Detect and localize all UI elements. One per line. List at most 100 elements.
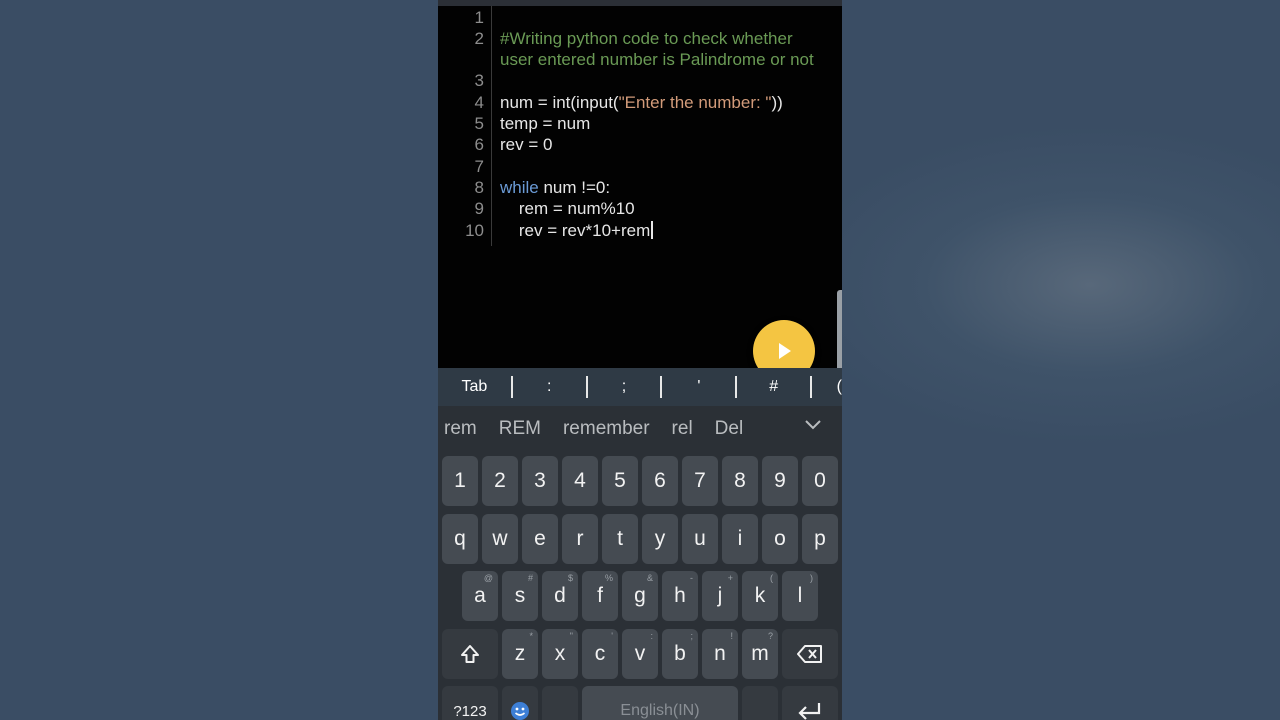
code-token: )) bbox=[771, 93, 783, 112]
key-hint: ? bbox=[767, 631, 773, 641]
key-i[interactable]: i bbox=[722, 514, 758, 564]
code-token: rev = rev*10+rem bbox=[500, 221, 651, 240]
symbol-key-paren[interactable]: ( bbox=[812, 368, 842, 406]
suggestion-item[interactable]: remember bbox=[563, 418, 650, 440]
key-t[interactable]: t bbox=[602, 514, 638, 564]
key-3[interactable]: 3 bbox=[522, 456, 558, 506]
line-number: 9 bbox=[474, 199, 484, 218]
shift-key[interactable] bbox=[442, 629, 498, 679]
symbol-key-tab[interactable]: Tab bbox=[438, 368, 511, 406]
key-hint: - bbox=[690, 573, 693, 583]
key-y[interactable]: y bbox=[642, 514, 678, 564]
key-2[interactable]: 2 bbox=[482, 456, 518, 506]
comma-key[interactable] bbox=[542, 686, 578, 720]
symbols-mode-key[interactable]: ?123 bbox=[442, 686, 498, 720]
key-label: v bbox=[634, 642, 646, 665]
key-5[interactable]: 5 bbox=[602, 456, 638, 506]
suggestion-item[interactable]: rem bbox=[444, 418, 477, 440]
key-label: s bbox=[514, 584, 526, 607]
line-number: 10 bbox=[465, 221, 484, 240]
key-m[interactable]: m? bbox=[742, 629, 778, 679]
suggestion-item[interactable]: rel bbox=[672, 418, 693, 440]
key-d[interactable]: d $ bbox=[542, 571, 578, 621]
code-line-input: num = int(input("Enter the number: ")) bbox=[500, 92, 783, 113]
code-token: num = int(input( bbox=[500, 93, 619, 112]
key-label: b bbox=[674, 642, 686, 665]
suggestion-item[interactable]: REM bbox=[499, 418, 541, 440]
code-line-temp: temp = num bbox=[500, 114, 591, 133]
key-j[interactable]: j + bbox=[702, 571, 738, 621]
key-label: m bbox=[751, 642, 769, 665]
key-b[interactable]: b; bbox=[662, 629, 698, 679]
emoji-icon bbox=[511, 702, 529, 720]
chevron-down-icon[interactable] bbox=[804, 418, 822, 432]
key-6[interactable]: 6 bbox=[642, 456, 678, 506]
key-v[interactable]: v: bbox=[622, 629, 658, 679]
key-o[interactable]: o bbox=[762, 514, 798, 564]
gutter-divider bbox=[491, 6, 492, 246]
code-editor[interactable]: 1 2 3 4 5 6 7 8 9 10 #Writing python cod… bbox=[438, 6, 842, 382]
key-n[interactable]: n! bbox=[702, 629, 738, 679]
key-8[interactable]: 8 bbox=[722, 456, 758, 506]
key-4[interactable]: 4 bbox=[562, 456, 598, 506]
key-r[interactable]: r bbox=[562, 514, 598, 564]
phone-screen: 1 2 3 4 5 6 7 8 9 10 #Writing python cod… bbox=[438, 0, 842, 720]
code-line-comment-wrap: user entered number is Palindrome or not bbox=[500, 50, 814, 69]
key-l[interactable]: l) bbox=[782, 571, 818, 621]
backspace-key[interactable] bbox=[782, 629, 838, 679]
code-line-rev: rev = 0 bbox=[500, 135, 553, 154]
symbol-key-colon[interactable]: : bbox=[513, 368, 586, 406]
key-a[interactable]: a @ bbox=[462, 571, 498, 621]
code-line-rev-update: rev = rev*10+rem bbox=[500, 220, 654, 241]
key-hint: ! bbox=[730, 631, 733, 641]
key-g[interactable]: g & bbox=[622, 571, 658, 621]
key-u[interactable]: u bbox=[682, 514, 718, 564]
text-cursor bbox=[651, 221, 654, 239]
key-p[interactable]: p bbox=[802, 514, 838, 564]
symbol-key-semicolon[interactable]: ; bbox=[588, 368, 661, 406]
key-k[interactable]: k( bbox=[742, 571, 778, 621]
key-c[interactable]: c ' bbox=[582, 629, 618, 679]
key-hint: " bbox=[569, 631, 573, 641]
key-label: f bbox=[597, 584, 603, 607]
soft-keyboard: rem REM remember rel Del 1 2 3 4 5 6 7 8… bbox=[438, 406, 842, 720]
code-keyword: while bbox=[500, 178, 539, 197]
key-f[interactable]: f% bbox=[582, 571, 618, 621]
suggestion-strip: rem REM remember rel Del bbox=[438, 406, 842, 452]
symbol-key-hash[interactable]: # bbox=[737, 368, 810, 406]
key-hint: ) bbox=[810, 573, 813, 583]
key-label: x bbox=[554, 642, 566, 665]
key-0[interactable]: 0 bbox=[802, 456, 838, 506]
key-x[interactable]: x " bbox=[542, 629, 578, 679]
key-h[interactable]: h- bbox=[662, 571, 698, 621]
key-q[interactable]: q bbox=[442, 514, 478, 564]
suggestion-item[interactable]: Del bbox=[715, 418, 744, 440]
key-label: z bbox=[514, 642, 526, 665]
key-e[interactable]: e bbox=[522, 514, 558, 564]
key-label: n bbox=[714, 642, 726, 665]
emoji-key[interactable] bbox=[502, 686, 538, 720]
symbol-key-quote[interactable]: ' bbox=[662, 368, 735, 406]
key-w[interactable]: w bbox=[482, 514, 518, 564]
code-line-comment: #Writing python code to check whether bbox=[500, 29, 793, 48]
left-background bbox=[0, 0, 438, 720]
key-z[interactable]: z * bbox=[502, 629, 538, 679]
code-string: "Enter the number: " bbox=[618, 93, 772, 112]
key-9[interactable]: 9 bbox=[762, 456, 798, 506]
key-hint: * bbox=[529, 631, 533, 641]
key-hint: ( bbox=[770, 573, 773, 583]
key-label: h bbox=[674, 584, 686, 607]
enter-key[interactable] bbox=[782, 686, 838, 720]
space-bar[interactable]: English(IN) bbox=[582, 686, 738, 720]
key-1[interactable]: 1 bbox=[442, 456, 478, 506]
key-7[interactable]: 7 bbox=[682, 456, 718, 506]
key-hint: @ bbox=[483, 573, 493, 583]
period-key[interactable] bbox=[742, 686, 778, 720]
key-label: k bbox=[754, 584, 766, 607]
key-hint: # bbox=[527, 573, 533, 583]
key-label: l bbox=[797, 584, 803, 607]
key-s[interactable]: s # bbox=[502, 571, 538, 621]
line-number: 6 bbox=[474, 135, 484, 154]
key-hint: & bbox=[646, 573, 653, 583]
line-number: 4 bbox=[474, 93, 484, 112]
